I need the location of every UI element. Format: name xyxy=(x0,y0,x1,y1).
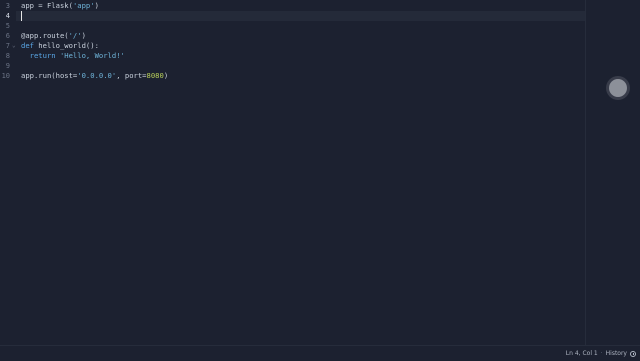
line-number: 9 xyxy=(5,62,10,70)
history-button[interactable]: History xyxy=(606,350,636,357)
code-token: '0.0.0.0' xyxy=(77,71,117,80)
line-number: 7 xyxy=(5,42,10,50)
code-token: @app.route( xyxy=(21,31,69,40)
code-token: app.run(host= xyxy=(21,71,78,80)
floating-action-button[interactable] xyxy=(609,79,627,97)
code-token: 'Hello, World!' xyxy=(59,51,125,60)
right-panel xyxy=(585,0,640,345)
code-token: def xyxy=(21,41,34,50)
code-token: ) xyxy=(94,1,99,10)
status-bar: Ln 4, Col 1 · History xyxy=(0,345,640,361)
code-line[interactable]: @app.route('/') xyxy=(21,31,86,41)
code-line[interactable]: app = Flask('app') xyxy=(21,1,99,11)
text-cursor xyxy=(21,11,22,21)
line-number: 3 xyxy=(5,2,10,10)
code-line[interactable]: def hello_world(): xyxy=(21,41,99,51)
code-editor[interactable]: 3 4 5 6 7 8 9 10 ⌄ app = Flask('app') @app.route(… xyxy=(0,0,585,345)
cursor-position[interactable]: Ln 4, Col 1 xyxy=(566,350,598,357)
line-number: 8 xyxy=(5,52,10,60)
line-number: 5 xyxy=(5,22,10,30)
history-label: History xyxy=(605,350,627,357)
code-token: ) xyxy=(163,71,169,80)
line-number-gutter: 3 4 5 6 7 8 9 10 ⌄ xyxy=(0,0,16,345)
code-token: '/' xyxy=(68,31,82,40)
code-token: 8080 xyxy=(146,71,164,80)
code-token: app = Flask( xyxy=(21,1,73,10)
code-token: , port= xyxy=(116,71,147,80)
code-token: hello_world(): xyxy=(33,41,99,50)
status-separator: · xyxy=(600,350,603,357)
code-token: ) xyxy=(81,31,86,40)
code-line[interactable]: app.run(host='0.0.0.0', port=8080) xyxy=(21,71,168,81)
line-number: 6 xyxy=(5,32,10,40)
code-token: 'app' xyxy=(72,1,95,10)
history-icon xyxy=(630,350,636,357)
code-line[interactable]: return 'Hello, World!' xyxy=(21,51,125,61)
line-number: 10 xyxy=(1,72,10,80)
code-token: return xyxy=(29,51,56,60)
line-number: 4 xyxy=(5,12,10,20)
code-area[interactable]: app = Flask('app') @app.route('/') def hel… xyxy=(16,0,585,345)
